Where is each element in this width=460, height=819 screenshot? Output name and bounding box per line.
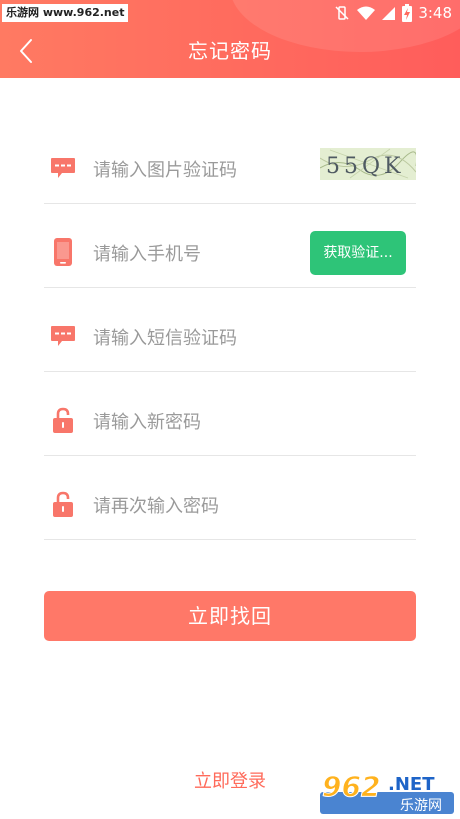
phone-icon	[50, 238, 76, 266]
confirm-password-row	[44, 456, 416, 540]
header-bar: 乐游网 www.962.net 3:48 忘记密码	[0, 0, 460, 78]
new-password-row	[44, 372, 416, 456]
lock-icon	[50, 406, 76, 434]
captcha-row: 55QK	[44, 120, 416, 204]
vibrate-off-icon	[335, 6, 349, 20]
watermark-number: 962	[322, 770, 380, 803]
battery-charging-icon	[402, 4, 413, 22]
status-bar: 乐游网 www.962.net 3:48	[0, 0, 460, 26]
captcha-image[interactable]: 55QK	[320, 148, 416, 180]
phone-row: 获取验证...	[44, 204, 416, 288]
watermark-suffix: .NET	[388, 774, 435, 795]
wifi-icon	[357, 6, 376, 20]
message-icon	[50, 322, 76, 350]
new-password-input[interactable]	[93, 409, 303, 435]
sms-code-input[interactable]	[93, 325, 303, 351]
sms-code-row	[44, 288, 416, 372]
lock-icon	[50, 490, 76, 518]
status-icons: 3:48	[334, 3, 452, 23]
captcha-text: 55QK	[326, 154, 404, 179]
captcha-input[interactable]	[93, 157, 303, 183]
phone-input[interactable]	[93, 241, 303, 267]
submit-button[interactable]: 立即找回	[44, 591, 416, 641]
watermark-label: 乐游网 www.962.net	[2, 4, 129, 22]
confirm-password-input[interactable]	[93, 493, 303, 519]
watermark-site-name: 乐游网	[400, 798, 442, 814]
signal-icon	[382, 7, 396, 20]
message-icon	[50, 154, 76, 182]
login-link[interactable]: 立即登录	[160, 768, 300, 796]
status-time: 3:48	[418, 4, 452, 22]
page-title: 忘记密码	[188, 39, 272, 63]
get-code-button[interactable]: 获取验证...	[310, 231, 406, 275]
site-watermark-logo: 962 .NET 乐游网	[318, 768, 456, 816]
forgot-password-form: 55QK 获取验证...	[44, 120, 416, 540]
